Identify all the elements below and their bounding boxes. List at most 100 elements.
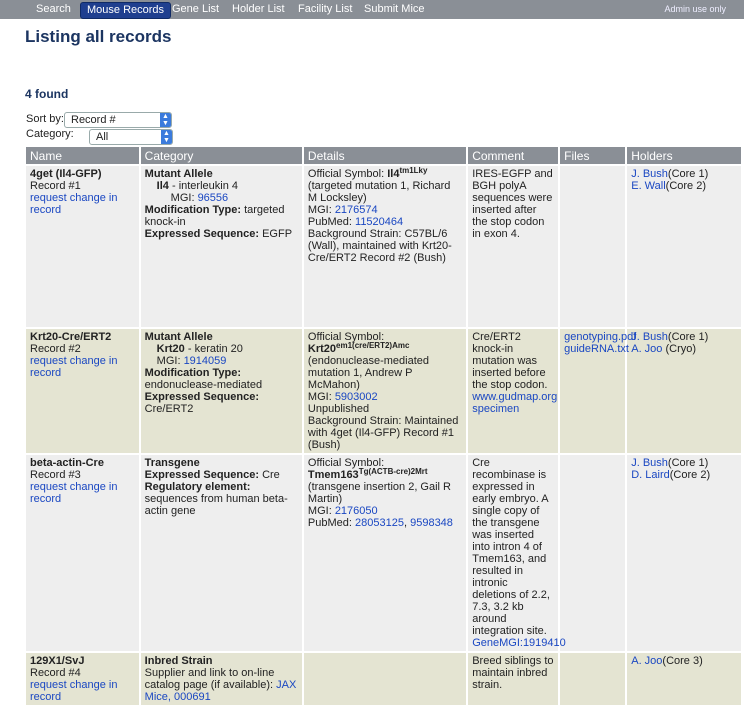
file-link-genotyping[interactable]: genotyping.pdf (564, 331, 636, 343)
allele-description: (transgene insertion 2, Gail R Martin) (307, 481, 451, 505)
background-strain: Background Strain: Maintained with 4get … (307, 415, 459, 451)
category-type: Mutant Allele (144, 331, 213, 343)
strain-name: 129X1/SvJ (30, 655, 85, 667)
regulatory-element-label: Regulatory element: (144, 481, 251, 493)
holder-link[interactable]: J. Bush (631, 168, 668, 180)
allele-superscript: tm1Lky (399, 166, 428, 175)
comment-text: IRES-EGFP and BGH polyA sequences were i… (472, 168, 553, 240)
files-cell (560, 455, 626, 651)
details-cell: Official Symbol: Tmem163Tg(ACTB-cre)2Mrt… (303, 455, 467, 651)
official-symbol: Il4 (387, 168, 400, 180)
files-cell (560, 653, 626, 705)
files-cell: genotyping.pdf guideRNA.txt (560, 329, 636, 453)
holder-link[interactable]: D. Laird (631, 469, 670, 481)
expressed-sequence-label: Expressed Sequence: (144, 469, 260, 481)
pubmed-label: PubMed: (307, 517, 356, 529)
strain-name: beta-actin-Cre (30, 457, 104, 469)
mgi-label: MGI: (170, 192, 198, 204)
details-cell: Official Symbol: Il4tm1Lky (targeted mut… (303, 166, 467, 327)
mgi-link[interactable]: 2176574 (335, 204, 378, 216)
mgi-label: MGI: (156, 355, 184, 367)
expressed-sequence-value: Cre/ERT2 (144, 403, 194, 415)
category-cell: Inbred Strain Supplier and link to on-li… (140, 653, 302, 705)
supplier-label: Supplier and link to on-line catalog pag… (144, 667, 277, 691)
category-type: Transgene (144, 457, 200, 469)
allele-superscript: Tg(ACTB-cre)2Mrt (358, 467, 428, 476)
pubmed-link[interactable]: 11520464 (355, 216, 403, 228)
nav-search[interactable]: Search (36, 0, 71, 19)
holder-link[interactable]: J. Bush (631, 457, 668, 469)
admin-link[interactable]: Admin use only (664, 0, 726, 19)
background-strain: Background Strain: C57BL/6 (Wall), maint… (307, 228, 452, 264)
table-row: beta-actin-Cre Record #3 request change … (26, 455, 741, 651)
nav-facility-list[interactable]: Facility List (298, 0, 352, 19)
holder-facility: (Core 2) (669, 469, 711, 481)
col-name[interactable]: Name (26, 147, 139, 164)
comment-text: Cre/ERT2 knock-in mutation was inserted … (472, 331, 548, 391)
sort-select[interactable]: Record # ▲ ▼ (64, 112, 172, 128)
holders-cell: J. Bush(Core 1) A. Joo (Cryo) (627, 329, 741, 453)
holder-facility: (Cryo) (662, 343, 697, 355)
gene-symbol: Krt20 (156, 343, 185, 355)
sort-label: Sort by: (26, 113, 64, 125)
mgi-link[interactable]: 5903002 (335, 391, 378, 403)
expressed-sequence-value: EGFP (262, 228, 293, 240)
request-change-link[interactable]: request change in record (30, 192, 135, 216)
col-holders[interactable]: Holders (627, 147, 741, 164)
category-type: Mutant Allele (144, 168, 213, 180)
gene-mgi-link[interactable]: GeneMGI:1919410 (472, 637, 566, 649)
category-cell: Mutant Allele Il4 - interleukin 4 MGI: 9… (140, 166, 302, 327)
mgi-label: MGI: (307, 204, 335, 216)
category-select[interactable]: All ▲ ▼ (89, 129, 173, 145)
gene-separator: - (168, 180, 179, 192)
nav-submit-mice[interactable]: Submit Mice (364, 0, 425, 19)
col-category[interactable]: Category (140, 147, 302, 164)
comment-cell: Cre recombinase is expressed in early em… (468, 455, 566, 651)
holder-facility: (Core 3) (662, 655, 703, 667)
name-cell: beta-actin-Cre Record #3 request change … (26, 455, 139, 651)
expressed-sequence-label: Expressed Sequence: (144, 391, 260, 403)
holder-link[interactable]: A. Joo (631, 343, 662, 355)
holder-facility: (Core 2) (665, 180, 707, 192)
gudmap-link[interactable]: www.gudmap.org specimen (472, 391, 557, 415)
table-row: 4get (Il4-GFP) Record #1 request change … (26, 166, 741, 327)
request-change-link[interactable]: request change in record (30, 679, 135, 703)
regulatory-element-value: sequences from human beta-actin gene (144, 493, 288, 517)
allele-description: (targeted mutation 1, Richard M Locksley… (307, 180, 451, 204)
select-arrows-icon: ▲ ▼ (161, 130, 172, 144)
pubmed-link[interactable]: 9598348 (410, 517, 453, 529)
modification-value: endonuclease-mediated (144, 379, 263, 391)
table-row: Krt20-Cre/ERT2 Record #2 request change … (26, 329, 741, 453)
comment-cell: Cre/ERT2 knock-in mutation was inserted … (468, 329, 559, 453)
top-nav: Search Mouse Records Gene List Holder Li… (0, 0, 744, 19)
comment-text: Cre recombinase is expressed in early em… (472, 457, 550, 637)
table-row: 129X1/SvJ Record #4 request change in re… (26, 653, 741, 705)
gene-separator: - (184, 343, 195, 355)
col-comment[interactable]: Comment (468, 147, 559, 164)
request-change-link[interactable]: request change in record (30, 481, 135, 505)
holders-cell: J. Bush(Core 1) E. Wall(Core 2) (627, 166, 741, 327)
record-number: Record #3 (30, 469, 81, 481)
col-files[interactable]: Files (560, 147, 626, 164)
col-details[interactable]: Details (303, 147, 467, 164)
mgi-link[interactable]: 96556 (198, 192, 229, 204)
official-symbol: Tmem163 (307, 469, 359, 481)
holder-link[interactable]: E. Wall (631, 180, 665, 192)
request-change-link[interactable]: request change in record (30, 355, 135, 379)
holder-link[interactable]: A. Joo (631, 655, 662, 667)
nav-gene-list[interactable]: Gene List (172, 0, 219, 19)
holder-link[interactable]: J. Bush (631, 331, 668, 343)
comment-cell: Breed siblings to maintain inbred strain… (468, 653, 559, 705)
nav-mouse-records[interactable]: Mouse Records (80, 2, 172, 19)
table-header: Name Category Details Comment Files Hold… (26, 147, 741, 164)
file-link-guiderna[interactable]: guideRNA.txt (564, 343, 629, 355)
pubmed-link[interactable]: 28053125 (355, 517, 404, 529)
select-arrows-icon: ▲ ▼ (160, 113, 171, 127)
name-cell: 129X1/SvJ Record #4 request change in re… (26, 653, 139, 705)
mgi-link[interactable]: 1914059 (184, 355, 227, 367)
expressed-sequence-label: Expressed Sequence: (144, 228, 260, 240)
mgi-link[interactable]: 2176050 (335, 505, 378, 517)
holders-cell: J. Bush(Core 1) D. Laird(Core 2) (627, 455, 741, 651)
modification-label: Modification Type: (144, 367, 242, 379)
nav-holder-list[interactable]: Holder List (232, 0, 285, 19)
